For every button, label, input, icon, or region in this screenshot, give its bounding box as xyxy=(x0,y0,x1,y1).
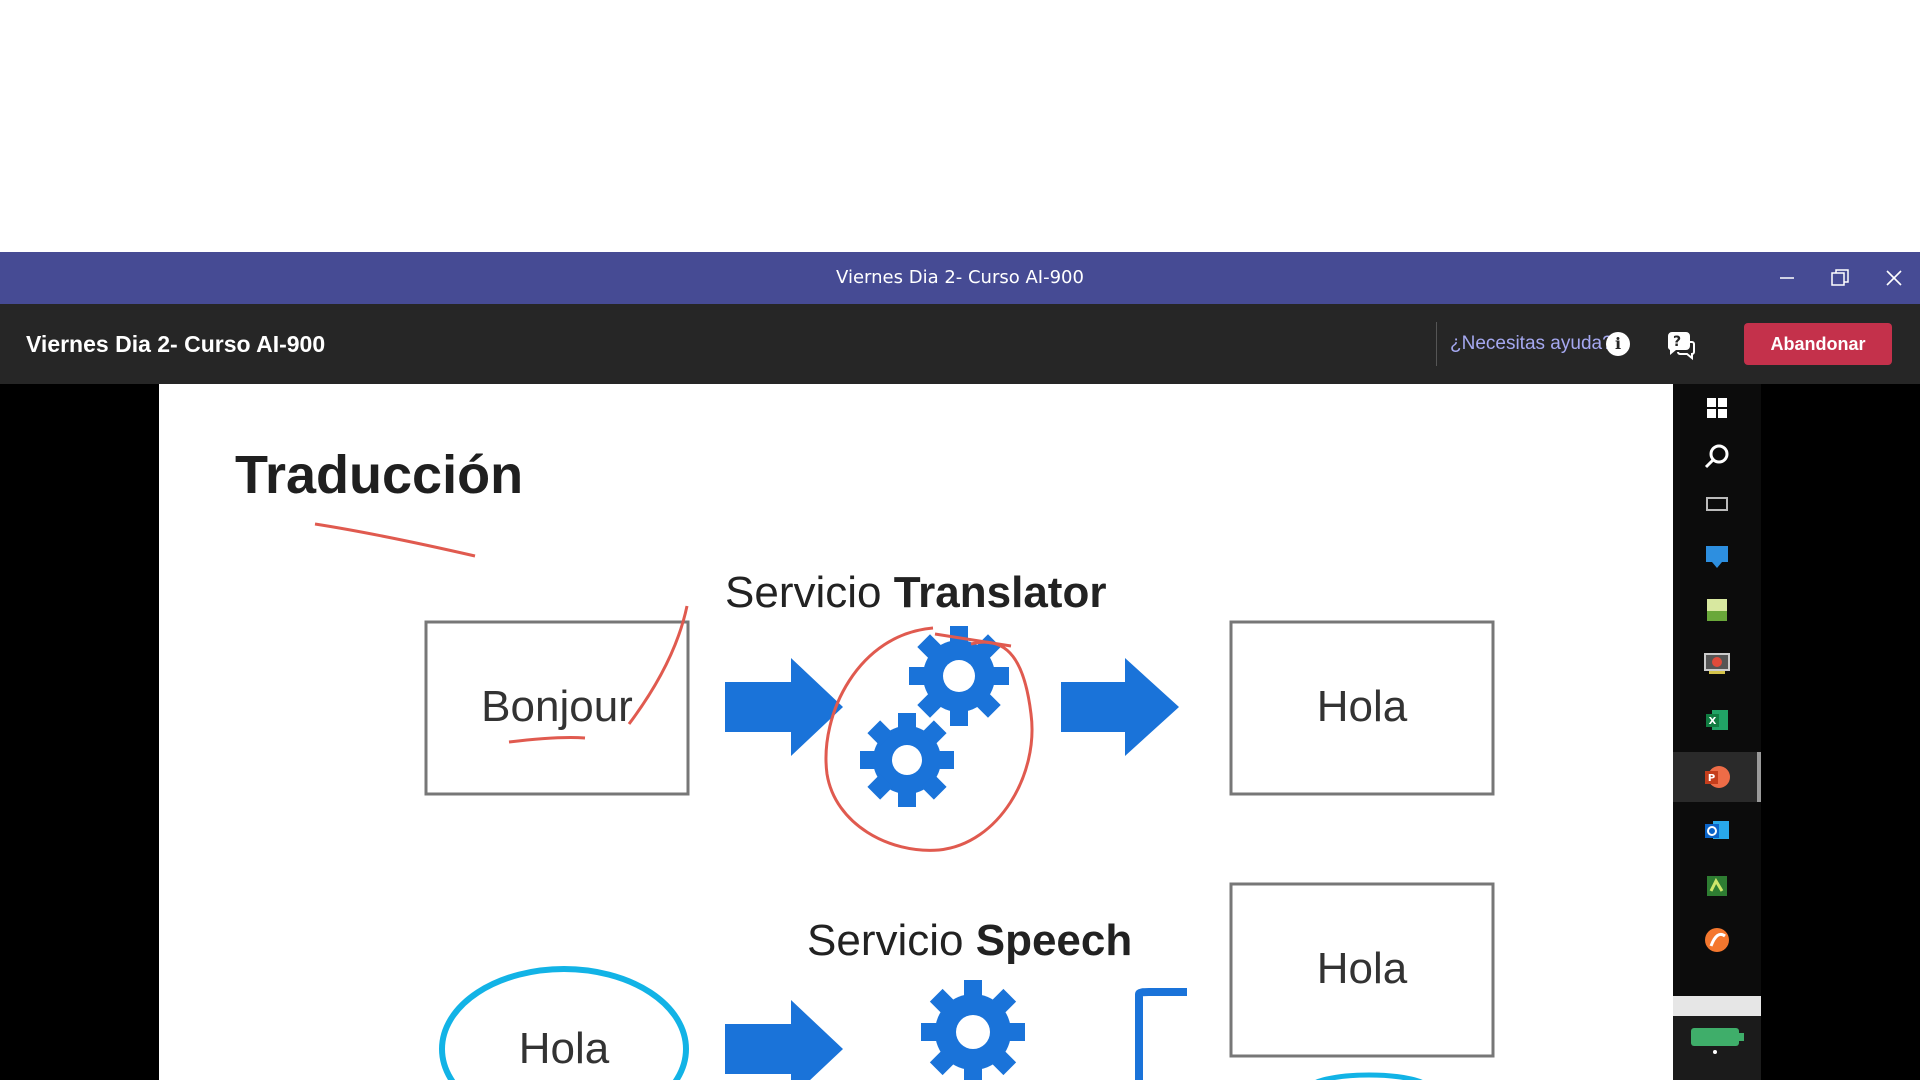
speech-connector xyxy=(1135,988,1187,1080)
svg-text:X: X xyxy=(1709,716,1717,727)
translator-service-label: Servicio Translator xyxy=(725,568,1107,617)
active-indicator xyxy=(1757,752,1761,802)
scroll-strip[interactable] xyxy=(1673,996,1761,1016)
app-icon[interactable] xyxy=(1673,532,1761,580)
powerpoint-icon[interactable]: P xyxy=(1673,752,1761,802)
minimize-icon xyxy=(1780,277,1794,279)
blank-area xyxy=(0,0,1920,252)
taskbar: X P xyxy=(1673,384,1761,996)
search-icon[interactable] xyxy=(1673,432,1761,480)
help-link[interactable]: ¿Necesitas ayuda? xyxy=(1450,304,1613,384)
presentation-slide: Traducción Servicio Translator Bonjour H… xyxy=(159,384,1673,1080)
svg-text:?: ? xyxy=(1673,334,1681,350)
arrow-right-1 xyxy=(725,658,843,756)
battery-icon xyxy=(1691,1028,1744,1054)
svg-text:P: P xyxy=(1708,773,1715,784)
restore-button[interactable] xyxy=(1814,252,1866,304)
app2-icon[interactable] xyxy=(1673,862,1761,910)
gear-icon-speech xyxy=(921,980,1025,1080)
media-icon[interactable] xyxy=(1673,640,1761,688)
speech-service-label: Servicio Speech xyxy=(807,916,1133,965)
chat-help-icon[interactable]: ? xyxy=(1664,328,1698,362)
minimize-button[interactable] xyxy=(1761,252,1813,304)
app3-icon[interactable] xyxy=(1673,916,1761,964)
restore-icon xyxy=(1831,269,1849,286)
task-view-icon[interactable] xyxy=(1673,480,1761,528)
meeting-title: Viernes Dia 2- Curso AI-900 xyxy=(26,331,326,357)
arrow-right-2 xyxy=(1061,658,1179,756)
shared-content-area: Traducción Servicio Translator Bonjour H… xyxy=(0,384,1920,1080)
taskbar-tray xyxy=(1673,996,1761,1080)
windows-icon[interactable] xyxy=(1673,384,1761,432)
speech-bubble-output xyxy=(1315,1072,1423,1080)
outlook-icon[interactable] xyxy=(1673,806,1761,854)
window-title-bar[interactable]: Viernes Dia 2- Curso AI-900 xyxy=(0,252,1920,304)
output-word-hola: Hola xyxy=(1316,682,1408,731)
slide-title: Traducción xyxy=(235,445,524,505)
info-icon[interactable]: i xyxy=(1606,332,1630,356)
close-button[interactable] xyxy=(1868,252,1920,304)
window-title: Viernes Dia 2- Curso AI-900 xyxy=(836,267,1084,288)
input-word-bonjour: Bonjour xyxy=(481,682,633,731)
notes-icon[interactable] xyxy=(1673,586,1761,634)
input-word-hola-speech: Hola xyxy=(518,1024,610,1073)
ink-underline-title xyxy=(314,522,476,558)
header-divider xyxy=(1436,322,1437,366)
gear-icon-large xyxy=(909,626,1009,726)
output-word-hola-2: Hola xyxy=(1316,944,1408,993)
close-icon xyxy=(1886,270,1902,286)
meeting-header: Viernes Dia 2- Curso AI-900 ¿Necesitas a… xyxy=(0,304,1920,384)
gear-icon-small xyxy=(860,713,954,807)
leave-button[interactable]: Abandonar xyxy=(1744,323,1892,365)
excel-icon[interactable]: X xyxy=(1673,696,1761,744)
arrow-right-3 xyxy=(725,1000,843,1080)
